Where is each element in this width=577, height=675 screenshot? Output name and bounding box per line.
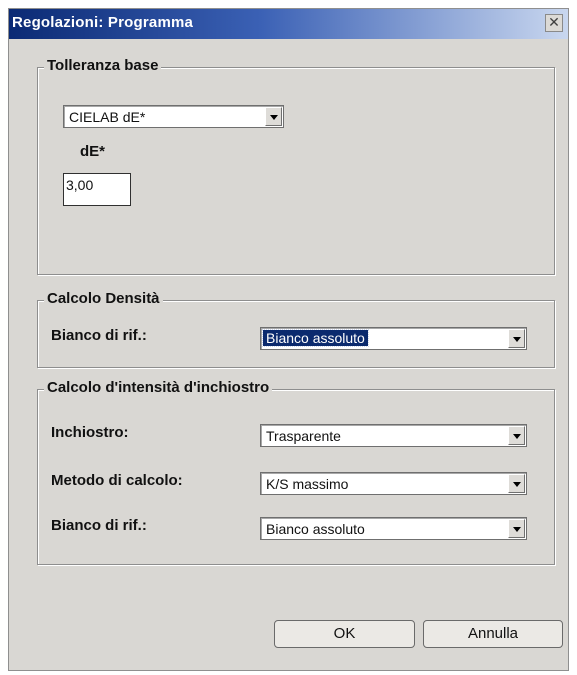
calc-method-value: K/S massimo [266, 476, 349, 492]
title-bar[interactable]: Regolazioni: Programma ✕ [9, 9, 568, 39]
de-label: dE* [80, 143, 106, 160]
density-group: Calcolo Densità Bianco di rif.: Bianco a… [37, 290, 555, 368]
ink-select[interactable]: Trasparente [260, 424, 527, 447]
close-button[interactable]: ✕ [545, 14, 563, 32]
chevron-down-icon [513, 482, 521, 487]
density-white-ref-dropdown-button[interactable] [508, 329, 525, 348]
ink-white-ref-dropdown-button[interactable] [508, 519, 525, 538]
tolerance-formula-value: CIELAB dE* [69, 109, 146, 125]
chevron-down-icon [513, 434, 521, 439]
cancel-button[interactable]: Annulla [423, 620, 563, 648]
base-tolerance-group: Tolleranza base CIELAB dE* dE* 3,00 [37, 57, 555, 275]
de-tolerance-value: 3,00 [66, 177, 94, 193]
ink-white-ref-value: Bianco assoluto [266, 521, 365, 537]
density-white-ref-select[interactable]: Bianco assoluto [260, 327, 527, 350]
calc-method-select[interactable]: K/S massimo [260, 472, 527, 495]
chevron-down-icon [513, 337, 521, 342]
density-legend: Calcolo Densità [44, 290, 163, 307]
ink-strength-legend: Calcolo d'intensità d'inchiostro [44, 379, 273, 396]
chevron-down-icon [270, 115, 278, 120]
ink-value: Trasparente [266, 428, 341, 444]
window-title: Regolazioni: Programma [12, 14, 194, 31]
chevron-down-icon [513, 527, 521, 532]
ink-white-ref-label: Bianco di rif.: [51, 517, 147, 534]
base-tolerance-legend: Tolleranza base [44, 57, 162, 74]
tolerance-formula-select[interactable]: CIELAB dE* [63, 105, 284, 128]
ink-dropdown-button[interactable] [508, 426, 525, 445]
ink-label: Inchiostro: [51, 424, 129, 441]
calc-method-label: Metodo di calcolo: [51, 472, 183, 489]
density-white-ref-label: Bianco di rif.: [51, 327, 147, 344]
density-white-ref-value: Bianco assoluto [262, 329, 369, 347]
ok-button[interactable]: OK [274, 620, 415, 648]
ink-white-ref-select[interactable]: Bianco assoluto [260, 517, 527, 540]
calc-method-dropdown-button[interactable] [508, 474, 525, 493]
tolerance-formula-dropdown-button[interactable] [265, 107, 282, 126]
de-tolerance-input[interactable]: 3,00 [63, 173, 131, 206]
settings-dialog: Regolazioni: Programma ✕ Tolleranza base… [8, 8, 569, 671]
close-icon: ✕ [548, 14, 560, 30]
ink-strength-group: Calcolo d'intensità d'inchiostro Inchios… [37, 379, 555, 565]
